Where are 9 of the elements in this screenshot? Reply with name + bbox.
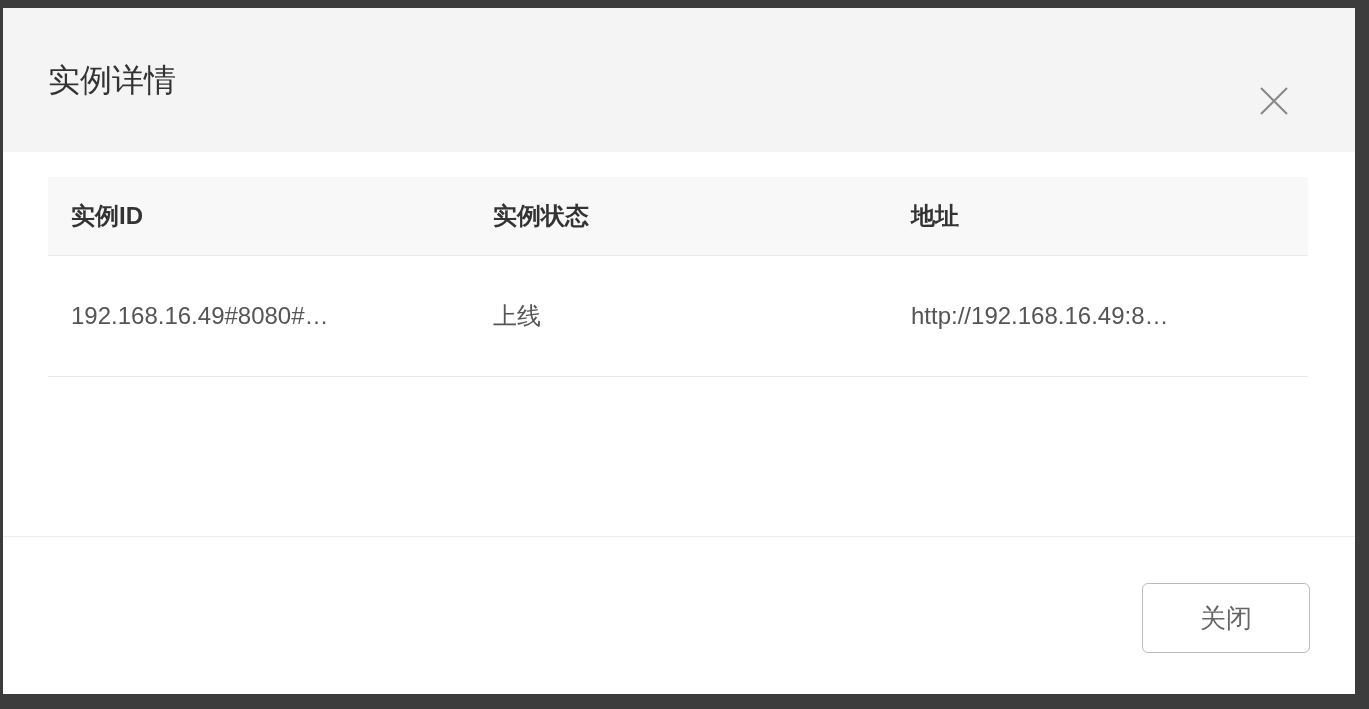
close-button[interactable]: 关闭	[1142, 583, 1310, 653]
column-header: 实例状态	[493, 202, 589, 229]
column-header: 实例ID	[71, 202, 143, 229]
dialog-title: 实例详情	[48, 61, 176, 100]
table-cell: 上线	[493, 302, 541, 329]
close-icon[interactable]	[1259, 86, 1289, 116]
table-cell: http://192.168.16.49:8…	[911, 302, 1169, 329]
table-cell: 192.168.16.49#8080#…	[71, 302, 329, 329]
column-header: 地址	[911, 202, 959, 229]
